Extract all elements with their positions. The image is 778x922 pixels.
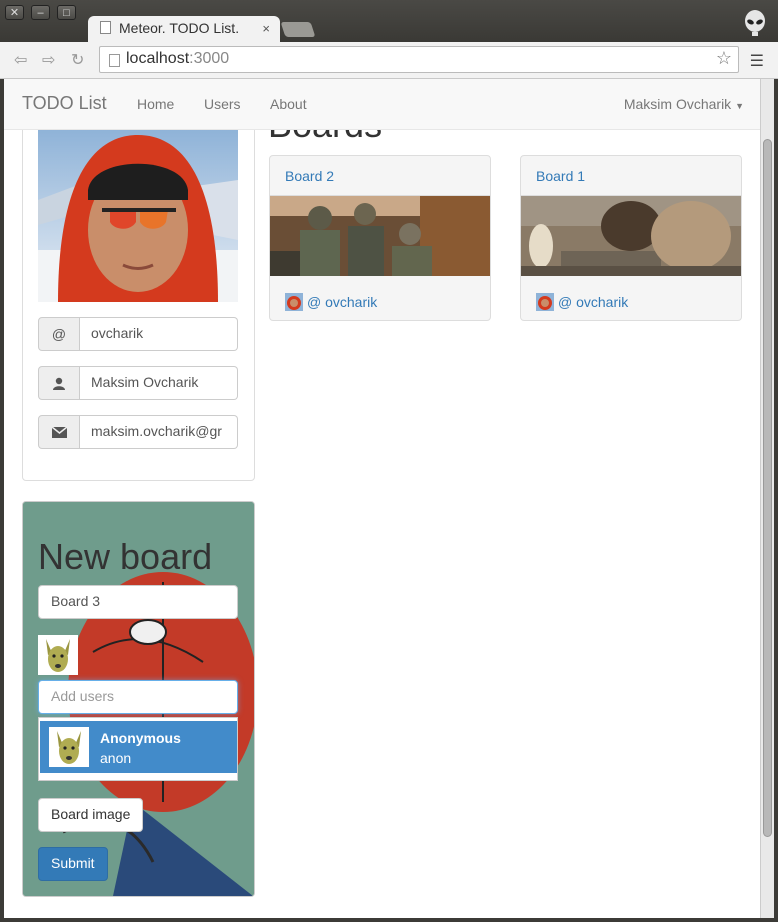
page-icon [100,21,111,34]
new-tab-button[interactable] [280,22,316,37]
reload-icon[interactable]: ↻ [71,50,84,70]
board-card[interactable]: Board 1 @ ovcharik [520,155,742,321]
submit-button[interactable]: Submit [38,847,108,881]
user-suggestion-dropdown: Anonymous anon [38,717,238,781]
user-icon [38,366,80,400]
board-owner-link[interactable]: @ ovcharik [558,294,628,310]
username-group: @ ovcharik [38,317,238,351]
incognito-alien-icon [745,10,765,36]
caret-down-icon: ▼ [735,101,744,111]
page-scrollbar[interactable] [760,79,774,918]
user-suggestion-item[interactable]: Anonymous anon [40,721,237,773]
scrollbar-thumb[interactable] [763,139,772,837]
browser-tab[interactable]: Meteor. TODO List. × [88,16,280,42]
forward-icon[interactable]: ⇨ [42,50,55,70]
board-owner: @ ovcharik [521,281,741,320]
user-dropdown[interactable]: Maksim Ovcharik ▼ [624,96,744,112]
email-group: maksim.ovcharik@gr [38,415,238,449]
window-titlebar: ✕ – □ Meteor. TODO List. × [0,0,778,42]
top-navbar: TODO List Home Users About Maksim Ovchar… [4,79,760,130]
nav-users[interactable]: Users [204,96,241,112]
new-board-panel: New board Board 3 Add users Anonymous an… [22,501,255,897]
window-maximize-icon[interactable]: □ [57,5,76,20]
board-image [521,196,741,276]
board-owner-link[interactable]: @ ovcharik [307,294,377,310]
suggestion-avatar [49,727,89,767]
suggestion-name: Anonymous [100,730,181,746]
tab-close-icon[interactable]: × [262,21,270,36]
window-minimize-icon[interactable]: – [31,5,50,20]
address-bar[interactable]: localhost:3000 ☆ [99,46,739,73]
email-field[interactable]: maksim.ovcharik@gr [80,415,238,449]
username-field[interactable]: ovcharik [80,317,238,351]
board-title-link[interactable]: Board 2 [270,156,490,196]
user-dropdown-label: Maksim Ovcharik [623,96,732,112]
url-port: :3000 [189,50,230,67]
window-close-icon[interactable]: ✕ [5,5,24,20]
profile-panel: @ ovcharik Maksim Ovcharik maksim.ovchar… [22,99,255,481]
envelope-icon [38,415,80,449]
add-users-input[interactable]: Add users [38,680,238,714]
at-sign-icon: @ [38,317,80,351]
tab-title: Meteor. TODO List. [119,20,240,36]
profile-photo [38,130,238,302]
browser-toolbar: ⇦ ⇨ ↻ localhost:3000 ☆ ☰ [0,42,778,79]
board-title-link[interactable]: Board 1 [521,156,741,196]
nav-about[interactable]: About [270,96,307,112]
board-name-input[interactable]: Board 3 [38,585,238,619]
owner-avatar [285,293,303,311]
board-owner: @ ovcharik [270,281,490,320]
board-image [270,196,490,276]
url-host: localhost [126,50,190,67]
chrome-menu-icon[interactable]: ☰ [750,51,764,71]
bookmark-star-icon[interactable]: ☆ [716,48,732,69]
selected-user-avatar[interactable] [38,635,78,675]
suggestion-username: anon [100,750,132,766]
page-icon [109,54,120,67]
back-icon[interactable]: ⇦ [14,50,27,70]
fullname-field[interactable]: Maksim Ovcharik [80,366,238,400]
board-image-button[interactable]: Board image [38,798,144,832]
owner-avatar [536,293,554,311]
fullname-group: Maksim Ovcharik [38,366,238,400]
page-viewport: @ ovcharik Maksim Ovcharik maksim.ovchar… [4,79,774,918]
navbar-brand[interactable]: TODO List [22,93,107,114]
nav-home[interactable]: Home [137,96,174,112]
new-board-heading: New board [38,536,213,577]
board-card[interactable]: Board 2 @ ovcharik [269,155,491,321]
